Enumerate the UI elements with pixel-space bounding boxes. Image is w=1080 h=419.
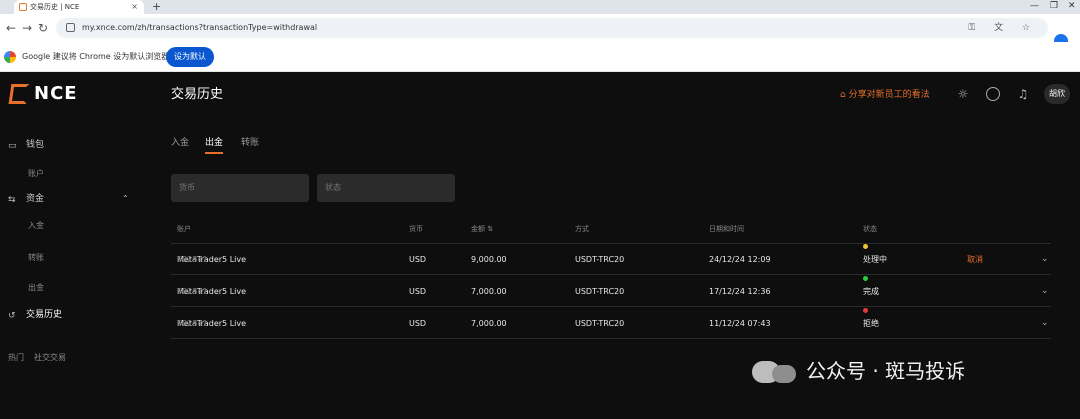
minimize-icon[interactable]: — (1030, 0, 1039, 12)
currency-cell: USD (409, 319, 427, 328)
table-row[interactable]: MetaTrader5 Live 502341 USD 9,000.00 USD… (171, 244, 1051, 275)
theme-icon[interactable]: ☼ (956, 87, 970, 101)
wechat-icon (752, 359, 800, 385)
bell-icon[interactable]: ♫ (1016, 87, 1030, 101)
chevron-down-icon[interactable]: ⌄ (1041, 276, 1049, 307)
default-browser-infobar: Google 建议将 Chrome 设为默认浏览器 设为默认 (0, 42, 1080, 72)
col-account: 账户 (177, 225, 191, 233)
share-feedback-label: 分享对新员工的看法 (848, 90, 930, 100)
method-cell: USDT-TRC20 (575, 255, 625, 264)
infobar-message: Google 建议将 Chrome 设为默认浏览器 (22, 52, 170, 61)
datetime-cell: 11/12/24 07:43 (709, 319, 771, 328)
table-header: 账户 货币 金额 ⇅ 方式 日期和时间 状态 (171, 222, 1051, 236)
amount-cell: 9,000.00 (471, 255, 507, 264)
datetime-cell: 17/12/24 12:36 (709, 287, 771, 296)
table-row[interactable]: MetaTrader5 Live 502341 USD 7,000.00 USD… (171, 308, 1051, 339)
col-amount[interactable]: 金额 ⇅ (471, 222, 493, 236)
reload-icon[interactable]: ↻ (38, 21, 48, 35)
tab-deposit[interactable]: 入金 (171, 136, 189, 150)
forward-icon[interactable]: → (22, 21, 32, 35)
watermark-text: 公众号 · 斑马投诉 (806, 359, 966, 383)
omnibox-action-icons[interactable]: ⚿ 文 ☆ (968, 18, 1038, 38)
status-filter-placeholder: 状态 (325, 183, 341, 192)
sidebar-item-label: 交易历史 (26, 310, 63, 320)
maximize-icon[interactable]: ❐ (1050, 0, 1058, 12)
url-text: my.xnce.com/zh/transactions?transactionT… (82, 23, 318, 32)
sidebar-item-wallet[interactable]: ▭ 钱包 (8, 138, 44, 152)
share-feedback-link[interactable]: ⌂ 分享对新员工的看法 (840, 88, 930, 102)
sidebar-sub-transfer[interactable]: 转账 (28, 252, 44, 264)
method-cell: USDT-TRC20 (575, 319, 625, 328)
tab-withdrawal[interactable]: 出金 (205, 136, 224, 154)
site-favicon-icon (19, 3, 27, 11)
browser-tab[interactable]: 交易历史 | NCE × (14, 0, 144, 14)
col-datetime: 日期和时间 (709, 225, 744, 233)
status-text: 处理中 (863, 255, 887, 264)
col-currency: 货币 (409, 225, 423, 233)
browser-tab-bar: 交易历史 | NCE × + — ❐ ✕ (0, 0, 1080, 14)
amount-cell: 7,000.00 (471, 319, 507, 328)
sidebar-item-label: 钱包 (26, 140, 45, 150)
history-icon: ↺ (8, 311, 16, 321)
site-info-icon[interactable] (66, 23, 75, 32)
close-tab-icon[interactable]: × (131, 0, 138, 14)
page-title: 交易历史 (171, 87, 224, 102)
new-tab-button[interactable]: + (152, 0, 161, 13)
account-id: 502341 (177, 255, 208, 264)
chevron-up-icon[interactable]: ⌃ (122, 194, 129, 203)
sidebar-sub-accounts[interactable]: 账户 (28, 168, 44, 180)
close-window-icon[interactable]: ✕ (1068, 0, 1076, 12)
globe-icon[interactable] (986, 87, 1000, 101)
chrome-logo-icon (4, 51, 16, 63)
sidebar-item-history[interactable]: ↺ 交易历史 (8, 308, 62, 322)
datetime-cell: 24/12/24 12:09 (709, 255, 771, 264)
address-bar: ← → ↻ my.xnce.com/zh/transactions?transa… (0, 14, 1080, 48)
status-text: 拒绝 (863, 319, 879, 328)
tab-transfer[interactable]: 转账 (241, 136, 259, 150)
sidebar: ▭ 钱包 账户 ⇆ 资金 ⌃ 入金 转账 出金 ↺ 交易历史 热门 社交交易 (0, 116, 140, 419)
nce-logo-text: NCE (34, 83, 78, 104)
account-id: 502341 (177, 319, 208, 328)
amount-cell: 7,000.00 (471, 287, 507, 296)
nce-logo-mark-icon (8, 84, 30, 104)
sidebar-item-label: 资金 (26, 194, 45, 204)
transfer-icon: ⇆ (8, 195, 16, 205)
wallet-icon: ▭ (8, 141, 17, 151)
user-menu-button[interactable]: 胡欣 (1044, 84, 1070, 104)
table-row[interactable]: MetaTrader5 Live 502341 USD 7,000.00 USD… (171, 276, 1051, 307)
sidebar-sub-withdraw[interactable]: 出金 (28, 282, 44, 294)
url-input[interactable]: my.xnce.com/zh/transactions?transactionT… (56, 18, 1048, 38)
col-method: 方式 (575, 225, 589, 233)
currency-filter[interactable]: 货币 (171, 174, 309, 202)
currency-cell: USD (409, 287, 427, 296)
chevron-down-icon[interactable]: ⌄ (1041, 308, 1049, 339)
currency-cell: USD (409, 255, 427, 264)
currency-filter-placeholder: 货币 (179, 183, 195, 192)
sidebar-sub-deposit[interactable]: 入金 (28, 220, 44, 232)
account-id: 502341 (177, 287, 208, 296)
chevron-down-icon[interactable]: ⌄ (1041, 244, 1049, 275)
cancel-button[interactable]: 取消 (967, 244, 983, 275)
method-cell: USDT-TRC20 (575, 287, 625, 296)
gift-icon: ⌂ (840, 90, 849, 100)
set-default-button[interactable]: 设为默认 (166, 47, 214, 67)
back-icon[interactable]: ← (6, 21, 16, 35)
sidebar-item-funds[interactable]: ⇆ 资金 (8, 192, 44, 206)
sidebar-popular-label: 热门 (8, 353, 24, 362)
browser-tab-title: 交易历史 | NCE (30, 3, 80, 11)
sidebar-item-social[interactable]: 社交交易 (34, 352, 66, 364)
col-status: 状态 (863, 225, 877, 233)
status-filter[interactable]: 状态 (317, 174, 455, 202)
status-text: 完成 (863, 287, 879, 296)
app-page: NCE 交易历史 ⌂ 分享对新员工的看法 ☼ ♫ 胡欣 ▭ 钱包 账户 ⇆ 资金 ⌃… (0, 72, 1080, 419)
